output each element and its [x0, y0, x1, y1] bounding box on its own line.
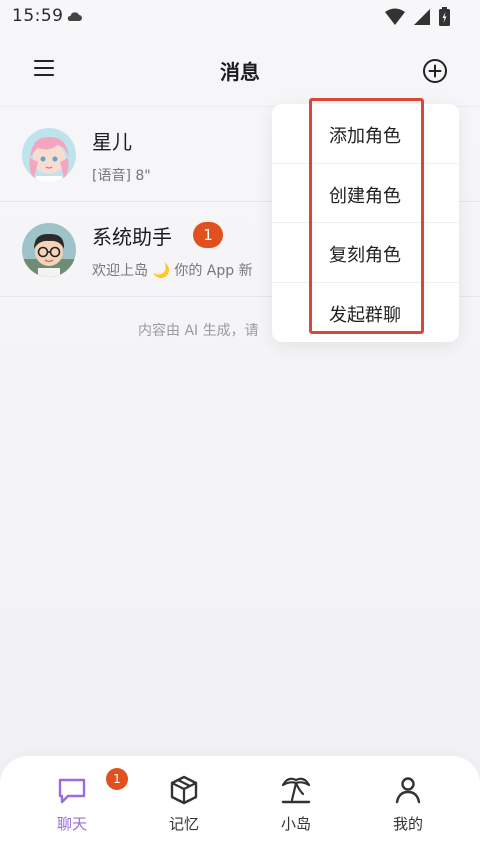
tab-me[interactable]: 我的: [367, 756, 447, 854]
palm-tree-icon: [281, 777, 311, 804]
battery-icon: [439, 7, 450, 26]
chat-bubble-icon: [58, 778, 86, 804]
tab-label: 记忆: [168, 815, 199, 833]
menu-item-clone-character[interactable]: 复刻角色: [272, 223, 459, 283]
cube-icon: [170, 775, 198, 805]
person-icon: [395, 777, 421, 804]
status-icons: [385, 7, 450, 26]
menu-item-create-character[interactable]: 创建角色: [272, 164, 459, 223]
menu-item-label: 创建角色: [329, 185, 401, 207]
menu-item-label: 发起群聊: [329, 304, 401, 326]
tab-island[interactable]: 小岛: [255, 756, 335, 854]
status-bar: 15:59: [0, 0, 480, 34]
tab-label: 我的: [392, 815, 423, 833]
ai-notice: 内容由 AI 生成，请: [138, 323, 259, 339]
menu-item-label: 添加角色: [329, 126, 401, 147]
add-menu-dropdown: 添加角色 创建角色 复刻角色 发起群聊: [272, 104, 459, 342]
avatar-boy-icon: [22, 223, 76, 277]
chat-preview: [语音] 8": [92, 168, 151, 184]
menu-item-start-group-chat[interactable]: 发起群聊: [272, 283, 459, 343]
tab-badge: 1: [106, 768, 128, 790]
avatar-girl-icon: [22, 128, 76, 182]
signal-icon: [414, 8, 430, 25]
cloud-icon: [67, 12, 82, 21]
menu-item-add-character[interactable]: 添加角色: [272, 104, 459, 164]
tab-bar: 1 聊天 记忆 小岛 我的: [0, 756, 480, 854]
page-title: 消息: [220, 60, 260, 84]
avatar: [22, 128, 76, 182]
tab-memory[interactable]: 记忆: [143, 756, 223, 854]
chat-name: 系统助手: [92, 225, 172, 249]
unread-badge: 1: [193, 222, 223, 248]
add-circle-icon[interactable]: [422, 58, 448, 84]
tab-label: 小岛: [280, 815, 311, 833]
avatar: [22, 223, 76, 277]
header: 消息: [0, 34, 480, 106]
status-time: 15:59: [12, 6, 64, 26]
menu-item-label: 复刻角色: [329, 245, 401, 266]
tab-label: 聊天: [56, 815, 87, 833]
chat-preview: 欢迎上岛 🌙 你的 App 新: [92, 263, 253, 279]
tab-chat[interactable]: 1 聊天: [31, 756, 128, 854]
chat-name: 星儿: [92, 130, 132, 154]
wifi-icon: [385, 8, 405, 25]
